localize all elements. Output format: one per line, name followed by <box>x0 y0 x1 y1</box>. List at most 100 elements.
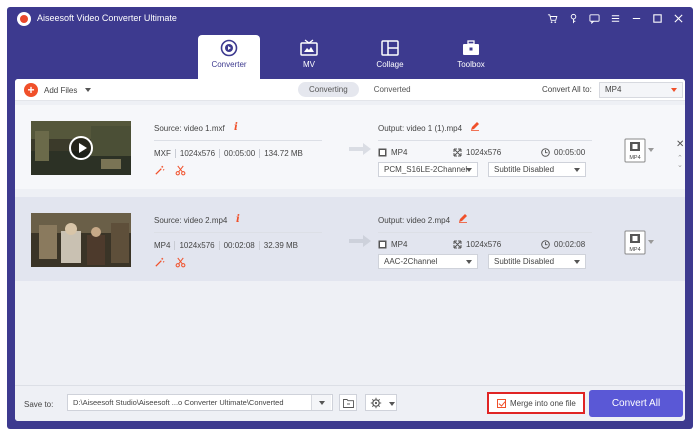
tab-converting[interactable]: Converting <box>298 82 359 97</box>
output-duration: 00:02:08 <box>541 240 585 249</box>
source-duration: 00:02:08 <box>218 241 259 250</box>
path-dropdown-button[interactable] <box>311 395 331 410</box>
add-files-button[interactable]: + Add Files <box>24 83 92 97</box>
convert-all-format-select[interactable]: MP4 <box>599 82 683 98</box>
merge-into-one-file-checkbox[interactable]: Merge into one file <box>487 392 585 414</box>
chevron-down-icon <box>466 168 472 172</box>
source-size: 134.72 MB <box>259 149 307 158</box>
video-thumbnail[interactable] <box>31 121 131 175</box>
subtitle-select[interactable]: Subtitle Disabled <box>488 254 586 269</box>
tab-label: Toolbox <box>457 60 485 69</box>
clock-icon <box>541 148 550 157</box>
output-duration-value: 00:02:08 <box>554 240 586 249</box>
tab-toolbox[interactable]: Toolbox <box>440 35 502 79</box>
chat-icon[interactable] <box>587 11 601 25</box>
source-resolution: 1024x576 <box>174 241 218 250</box>
convert-all-button[interactable]: Convert All <box>589 390 683 417</box>
bottom-bar: Save to: D:\Aiseesoft Studio\Aiseesoft .… <box>15 385 685 421</box>
converter-panel: + Add Files Converting Converted Convert… <box>15 79 685 421</box>
reorder-icon[interactable]: ⌃ ⌄ <box>677 155 683 169</box>
magic-wand-icon[interactable] <box>154 165 165 176</box>
output-format-value: MP4 <box>391 148 408 157</box>
scissors-icon[interactable] <box>175 257 186 268</box>
output-format: MP4 <box>378 240 407 249</box>
chevron-down-icon[interactable] <box>648 148 654 152</box>
maximize-icon[interactable] <box>650 11 664 25</box>
info-icon[interactable]: i <box>236 214 240 225</box>
badge-label: MP4 <box>629 247 640 253</box>
open-folder-button[interactable] <box>339 394 357 411</box>
audio-track-select[interactable]: PCM_S16LE-2Channel <box>378 162 478 177</box>
add-files-label: Add Files <box>44 85 78 95</box>
file-row: Source: video 1.mxf i MXF 1024x576 00:05… <box>15 105 685 189</box>
edit-tools <box>154 257 186 268</box>
output-format-badge-icon[interactable]: MP4 <box>624 138 646 163</box>
edit-name-icon[interactable] <box>458 213 468 223</box>
divider <box>154 140 322 141</box>
source-resolution: 1024x576 <box>174 149 219 158</box>
film-icon <box>378 240 387 249</box>
source-filename: Source: video 2.mp4 <box>154 216 228 225</box>
file-row: Source: video 2.mp4 i MP4 1024x576 00:02… <box>15 197 685 281</box>
format-value: MP4 <box>605 85 622 94</box>
output-filename: Output: video 2.mp4 <box>378 216 451 225</box>
arrow-right-icon <box>349 235 371 247</box>
clock-icon <box>541 240 550 249</box>
converter-icon <box>220 39 238 57</box>
subtitle-select[interactable]: Subtitle Disabled <box>488 162 586 177</box>
merge-label: Merge into one file <box>510 399 576 408</box>
magic-wand-icon[interactable] <box>154 257 165 268</box>
chevron-down-icon <box>671 88 677 92</box>
tab-converted[interactable]: Converted <box>363 82 422 97</box>
save-to-label: Save to: <box>24 400 54 409</box>
app-window: Aiseesoft Video Converter Ultimate Conve… <box>7 7 693 429</box>
scissors-icon[interactable] <box>175 165 186 176</box>
output-format: MP4 <box>378 148 407 157</box>
edit-name-icon[interactable] <box>470 121 480 131</box>
status-switch: Converting Converted <box>298 82 422 97</box>
cart-icon[interactable] <box>545 11 559 25</box>
window-controls <box>545 11 685 25</box>
film-icon <box>378 148 387 157</box>
tab-label: MV <box>303 60 315 69</box>
collage-icon <box>381 40 399 56</box>
tab-label: Collage <box>376 60 404 69</box>
output-duration: 00:05:00 <box>541 148 585 157</box>
toolbox-icon <box>463 40 479 55</box>
source-format: MP4 <box>154 241 171 250</box>
subtitle-value: Subtitle Disabled <box>494 165 555 174</box>
output-path-field[interactable]: D:\Aiseesoft Studio\Aiseesoft ...o Conve… <box>67 394 333 411</box>
source-format: MXF <box>154 149 171 158</box>
resize-icon <box>453 240 462 249</box>
minimize-icon[interactable] <box>629 11 643 25</box>
info-icon[interactable]: i <box>234 122 238 133</box>
output-filename: Output: video 1 (1).mp4 <box>378 124 463 133</box>
tab-label: Converter <box>211 60 247 69</box>
tab-mv[interactable]: MV <box>278 35 340 79</box>
tab-collage[interactable]: Collage <box>359 35 421 79</box>
menu-icon[interactable] <box>608 11 622 25</box>
tv-icon <box>300 39 318 56</box>
audio-track-value: AAC-2Channel <box>384 257 438 266</box>
play-icon[interactable] <box>69 136 93 160</box>
resize-icon <box>453 148 462 157</box>
audio-track-select[interactable]: AAC-2Channel <box>378 254 478 269</box>
output-resolution-value: 1024x576 <box>466 240 502 249</box>
settings-button[interactable] <box>365 394 397 411</box>
app-logo-icon <box>17 12 31 26</box>
chevron-down-icon[interactable] <box>85 88 92 92</box>
output-resolution-value: 1024x576 <box>466 148 502 157</box>
key-icon[interactable] <box>566 11 580 25</box>
tab-converter[interactable]: Converter <box>198 35 260 79</box>
plus-icon: + <box>24 83 38 97</box>
divider <box>378 140 592 141</box>
video-thumbnail[interactable] <box>31 213 131 267</box>
source-filename: Source: video 1.mxf <box>154 124 225 133</box>
chevron-down-icon[interactable] <box>648 240 654 244</box>
title-bar: Aiseesoft Video Converter Ultimate <box>7 7 693 31</box>
folder-icon <box>343 399 354 408</box>
close-icon[interactable] <box>671 11 685 25</box>
remove-file-icon[interactable]: ✕ <box>676 139 684 150</box>
convert-all-to-label: Convert All to: <box>542 85 592 94</box>
output-format-badge-icon[interactable]: MP4 <box>624 230 646 255</box>
